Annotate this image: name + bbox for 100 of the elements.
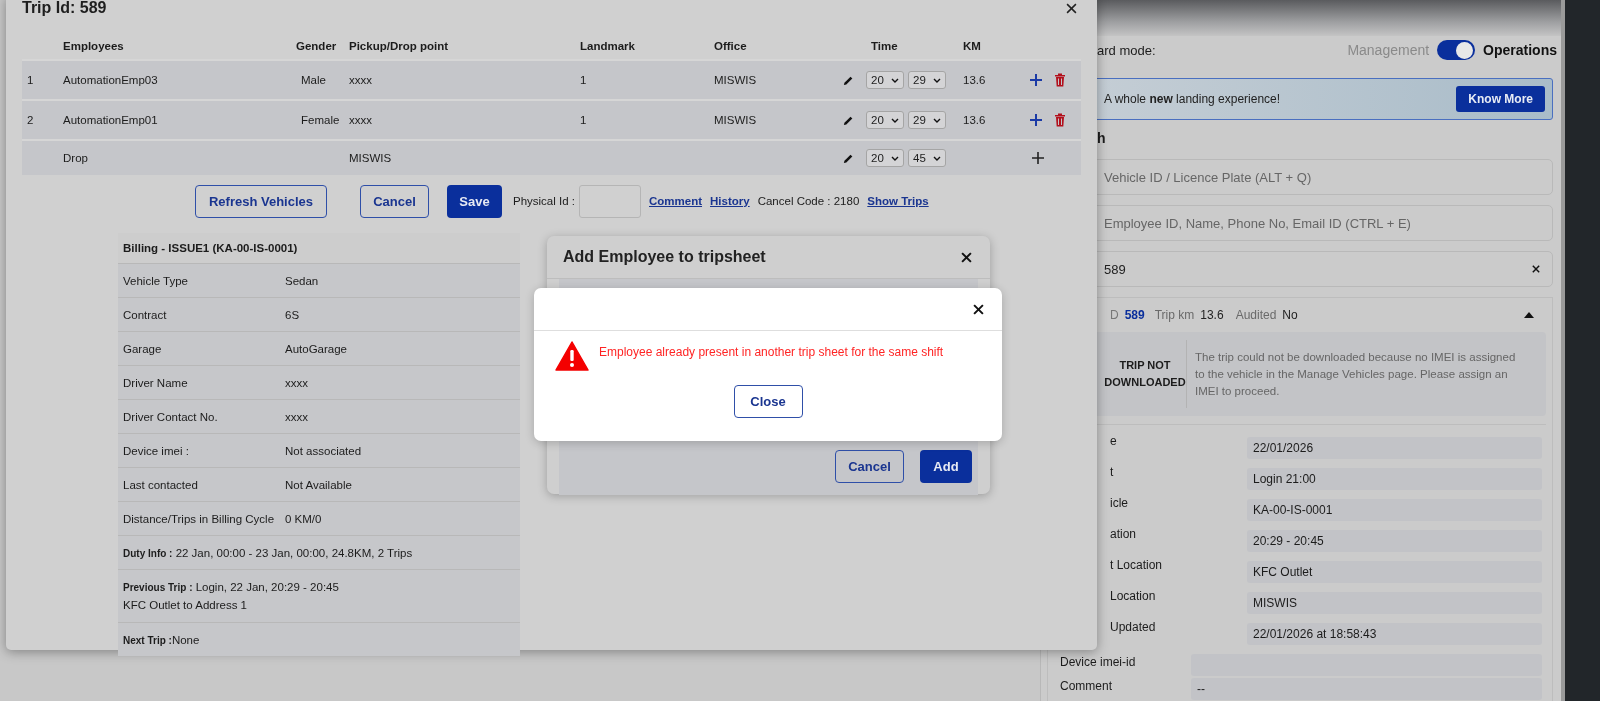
billing-value: xxxx	[285, 410, 308, 423]
banner-text: A whole new landing experience!	[1104, 92, 1281, 106]
table-cell: 13.6	[963, 74, 986, 86]
dialog-title: Trip Id: 589	[22, 0, 107, 17]
detail-value: KA-00-IS-0001	[1247, 498, 1542, 521]
table-cell-text: MISWIS	[348, 152, 393, 164]
table-cell-text: xxxx	[348, 74, 373, 86]
trip-id-link[interactable]: 589	[1124, 308, 1145, 322]
billing-label: Vehicle Type	[123, 274, 189, 287]
trash-icon[interactable]	[1054, 73, 1066, 87]
comment-link[interactable]: Comment	[649, 195, 703, 207]
detail-value: 22/01/2026	[1247, 436, 1542, 459]
table-cell: MISWIS	[714, 114, 757, 126]
section-title: h	[1096, 130, 1107, 146]
refresh-vehicles-button[interactable]: Refresh Vehicles	[195, 184, 327, 218]
billing-label: Device imei :	[123, 444, 190, 457]
add-button[interactable]: Add	[920, 450, 972, 483]
hour-select[interactable]: 20	[866, 111, 904, 129]
billing-label: Contract	[123, 308, 168, 321]
add-icon[interactable]	[1030, 114, 1042, 126]
billing-label: Distance/Trips in Billing Cycle	[123, 512, 276, 525]
column-header: Time	[870, 39, 899, 52]
cancel-code: Cancel Code : 2180	[757, 195, 860, 207]
column-header: Pickup/Drop point	[348, 39, 450, 52]
physical-id-label: Physical Id :	[513, 195, 575, 207]
table-cell: MISWIS	[714, 74, 757, 86]
add-icon[interactable]	[1030, 74, 1042, 86]
row-number: 1	[27, 74, 34, 86]
add-icon[interactable]	[1032, 152, 1044, 164]
minute-select[interactable]: 29	[908, 111, 946, 129]
table-cell: 1	[580, 114, 587, 126]
mode-label: ard mode:	[1096, 42, 1157, 58]
chevron-icon	[891, 77, 899, 83]
detail-value: 22/01/2026 at 18:58:43	[1247, 622, 1542, 645]
billing-value: AutoGarage	[285, 342, 347, 355]
save-button[interactable]: Save	[447, 184, 502, 218]
close-icon[interactable]	[973, 303, 984, 315]
know-more-button[interactable]: Know More	[1456, 86, 1545, 112]
chevron-icon	[933, 117, 941, 123]
field-value: 589	[1104, 261, 1126, 277]
detail-label: ation	[1109, 527, 1138, 541]
table-cell: 1	[580, 74, 587, 86]
billing-value: Not associated	[285, 444, 362, 457]
detail-value: KFC Outlet	[1247, 560, 1542, 583]
detail-label: t	[1109, 465, 1115, 479]
detail-label: Comment	[1059, 679, 1113, 693]
chevron-icon	[891, 155, 899, 161]
cancel-button[interactable]: Cancel	[360, 184, 429, 218]
billing-label: Garage	[123, 342, 163, 355]
table-cell-text: AutomationEmp01	[62, 114, 159, 126]
column-header: Office	[713, 39, 748, 52]
table-cell: Male	[301, 74, 326, 86]
mode-option[interactable]: Operations	[1483, 42, 1557, 58]
caret-icon[interactable]	[1524, 312, 1534, 318]
chevron-icon	[933, 77, 941, 83]
trash-icon[interactable]	[1054, 113, 1066, 127]
chevron-icon	[891, 117, 899, 123]
row-number: 2	[27, 114, 34, 126]
detail-label: t Location	[1109, 558, 1164, 572]
column-header: Landmark	[579, 39, 636, 52]
hour-select[interactable]: 20	[866, 149, 904, 167]
close-icon[interactable]	[1066, 2, 1077, 14]
history-link[interactable]: History	[710, 195, 750, 207]
warning-icon	[555, 341, 589, 371]
table-cell-text: AutomationEmp03	[62, 74, 159, 86]
pencil-icon[interactable]	[843, 152, 854, 164]
clear-icon[interactable]	[1532, 265, 1540, 273]
cancel-button[interactable]: Cancel	[835, 450, 904, 483]
next-trip: Next Trip :None	[123, 633, 200, 646]
hour-select[interactable]: 20	[866, 71, 904, 89]
billing-value: 0 KM/0	[285, 512, 322, 525]
detail-value: Login 21:00	[1247, 467, 1542, 490]
billing-value: Sedan	[285, 274, 319, 287]
detail-value: 20:29 - 20:45	[1247, 529, 1542, 552]
previous-trip: Previous Trip : Login, 22 Jan, 20:29 - 20:45	[123, 581, 339, 593]
show-trips-link[interactable]: Show Trips	[867, 195, 929, 207]
pencil-icon[interactable]	[843, 114, 854, 126]
table-cell: 13.6	[963, 114, 986, 126]
mode-switch[interactable]	[1437, 40, 1476, 60]
billing-label: Driver Name	[123, 376, 189, 389]
trip-km-value: 13.6	[1200, 308, 1224, 322]
trip-id-label: D	[1109, 308, 1119, 322]
audited-value: No	[1282, 308, 1298, 322]
previous-trip-route: KFC Outlet to Address 1	[123, 599, 247, 611]
table-cell-text: Drop	[62, 152, 89, 164]
table-cell-text: xxxx	[348, 114, 373, 126]
detail-label: Location	[1109, 589, 1157, 603]
detail-value: --	[1191, 678, 1542, 700]
minute-select[interactable]: 45	[908, 149, 946, 167]
close-icon[interactable]	[961, 251, 972, 263]
pencil-icon[interactable]	[843, 74, 854, 86]
duty-info: Duty Info : 22 Jan, 00:00 - 23 Jan, 00:00, 24.8KM, 2 Trips	[123, 546, 413, 559]
audited-label: Audited	[1235, 308, 1277, 322]
detail-label: icle	[1109, 496, 1129, 510]
physical-id-field[interactable]	[579, 184, 641, 218]
column-header: Employees	[62, 39, 125, 52]
close-button[interactable]: Close	[733, 385, 803, 418]
billing-value: 6S	[285, 308, 300, 321]
chevron-icon	[933, 155, 941, 161]
minute-select[interactable]: 29	[908, 71, 946, 89]
